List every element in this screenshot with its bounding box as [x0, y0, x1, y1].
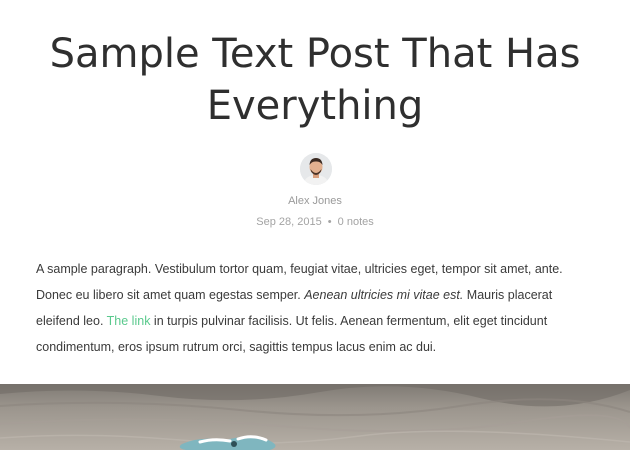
author-name[interactable]: Alex Jones	[0, 195, 630, 207]
avatar-portrait-icon	[300, 153, 332, 185]
paragraph-link[interactable]: The link	[107, 314, 151, 328]
paragraph-italic: Aenean ultricies mi vitae est.	[304, 288, 464, 302]
notes-count-link[interactable]: 0 notes	[338, 216, 374, 228]
meta-separator: •	[327, 216, 332, 228]
photo-image	[0, 384, 630, 450]
post-date[interactable]: Sep 28, 2015	[256, 216, 321, 228]
post-paragraph: A sample paragraph. Vestibulum tortor qu…	[36, 256, 592, 360]
post-meta: Sep 28, 2015 • 0 notes	[0, 216, 630, 228]
author-avatar[interactable]	[300, 153, 332, 185]
post-photo	[0, 384, 630, 450]
post-title: Sample Text Post That Has Everything	[49, 31, 581, 129]
